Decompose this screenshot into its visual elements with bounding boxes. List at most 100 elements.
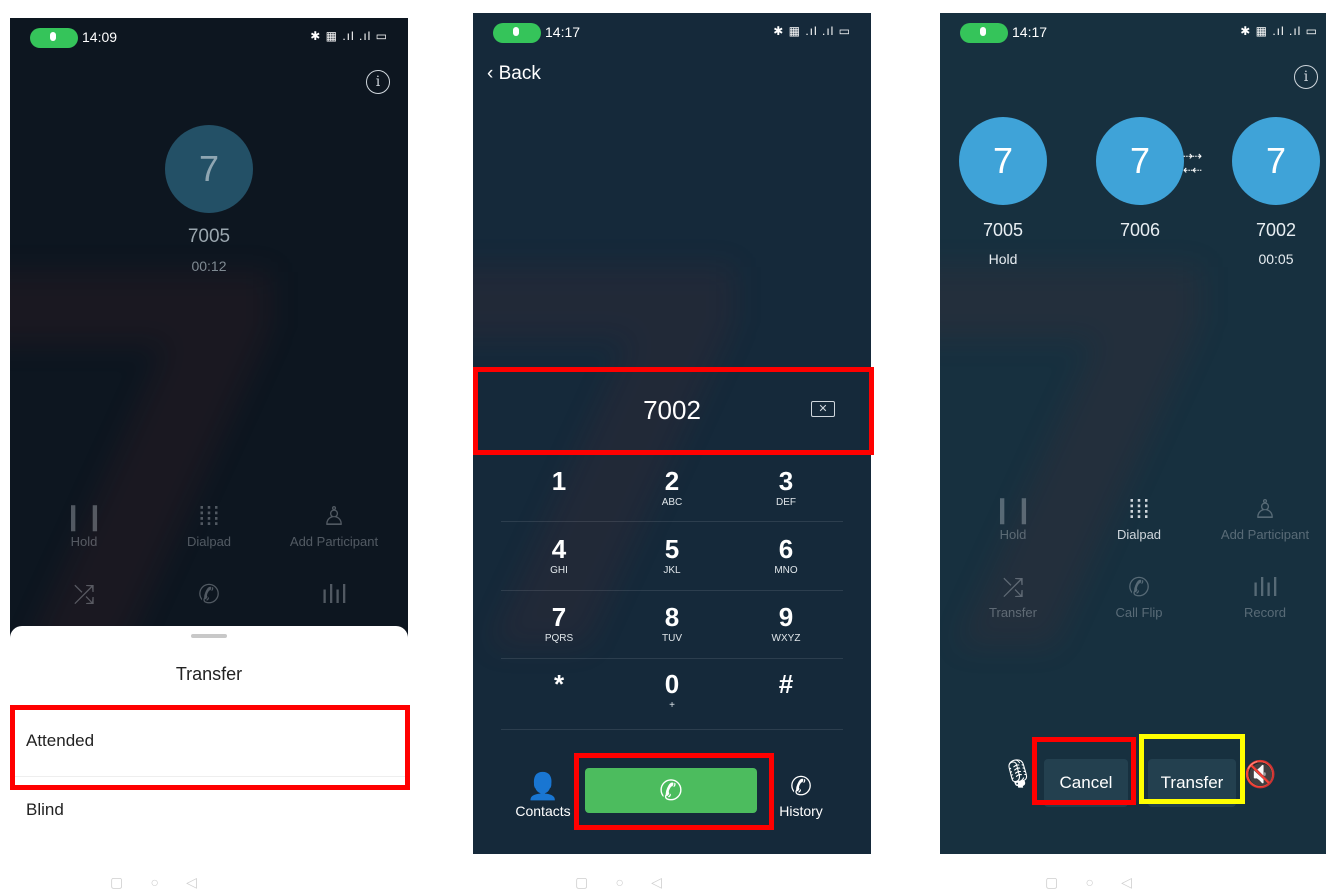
info-icon[interactable]: i	[366, 70, 390, 94]
highlight-dialed-number	[473, 367, 874, 455]
key-digit: #	[778, 669, 794, 699]
transfer-label: Transfer	[989, 605, 1037, 620]
key-9[interactable]: 9 WXYZ	[729, 601, 843, 665]
android-nav-bar-1: ▢ ○ ◁	[110, 874, 197, 890]
chevron-left-icon: ‹	[487, 63, 494, 84]
link-arrows-icon: ⇢⇢ ⇠⇠	[1183, 149, 1202, 177]
call-flip-icon: ✆	[198, 579, 220, 609]
key-digit: 4	[551, 534, 567, 564]
record-label: Record	[1244, 605, 1286, 620]
divider	[501, 658, 843, 659]
participant-avatar-2: 7	[1096, 117, 1184, 205]
status-icons: ✱ ▦ .ıl .ıl ▭	[1240, 24, 1318, 38]
pause-icon: ❙❙	[991, 494, 1035, 524]
status-time: 14:17	[1012, 24, 1048, 40]
key-letters: +	[669, 700, 675, 711]
key-letters: ABC	[661, 497, 683, 508]
key-digit: 6	[778, 534, 794, 564]
participant-number-2: 7006	[1119, 220, 1161, 240]
key-0[interactable]: 0 +	[615, 668, 729, 732]
pause-icon: ❙❙	[62, 501, 106, 531]
key-letters: TUV	[662, 633, 682, 644]
dialpad-icon: ⁞⁞⁞	[198, 501, 220, 531]
key-3[interactable]: 3 DEF	[729, 465, 843, 529]
microphone-icon[interactable]: 🎙	[1000, 757, 1036, 790]
caller-number: 7005	[187, 226, 231, 247]
key-5[interactable]: 5 JKL	[615, 533, 729, 597]
status-bar: 14:17 ✱ ▦ .ıl .ıl ▭	[940, 13, 1326, 53]
status-time: 14:09	[82, 29, 118, 45]
call-duration: 00:12	[191, 258, 227, 274]
hold-button[interactable]: ❙❙ Hold	[24, 498, 144, 549]
speaker-mute-icon[interactable]: 🔇	[1244, 759, 1276, 790]
key-letters: WXYZ	[771, 633, 801, 644]
history-label: History	[779, 803, 823, 819]
history-button[interactable]: ✆ History	[766, 771, 836, 819]
key-digit: 2	[664, 466, 680, 496]
android-nav-bar-2: ▢ ○ ◁	[575, 874, 662, 890]
key-digit: 7	[551, 602, 567, 632]
android-nav-bar-3: ▢ ○ ◁	[1045, 874, 1132, 890]
key-8[interactable]: 8 TUV	[615, 601, 729, 665]
participant-status-3: 00:05	[1258, 251, 1294, 267]
participant-avatar-1: 7	[959, 117, 1047, 205]
participant-status-1: Hold	[988, 251, 1018, 267]
call-history-icon: ✆	[790, 771, 812, 801]
call-flip-button-obscured[interactable]: ✆	[149, 576, 269, 612]
highlight-cancel	[1032, 737, 1136, 805]
key-4[interactable]: 4 GHI	[502, 533, 616, 597]
dialpad-label: Dialpad	[186, 534, 232, 549]
waveform-icon: ılıl	[1252, 572, 1278, 602]
key-letters: GHI	[550, 565, 568, 576]
back-label: Back	[498, 63, 541, 84]
person-icon: 👤	[526, 771, 560, 801]
add-participant-button[interactable]: ♙ Add Participant	[274, 498, 394, 549]
dialpad-button[interactable]: ⁞⁞⁞ Dialpad	[1079, 491, 1199, 542]
participant-avatar-3: 7	[1232, 117, 1320, 205]
mic-indicator-icon	[493, 23, 541, 43]
hold-button[interactable]: ❙❙ Hold	[953, 491, 1073, 542]
status-icons: ✱ ▦ .ıl .ıl ▭	[310, 29, 388, 43]
contacts-button[interactable]: 👤 Contacts	[508, 771, 578, 819]
dialpad-label: Dialpad	[1116, 527, 1162, 542]
mic-indicator-icon	[30, 28, 78, 48]
key-7[interactable]: 7 PQRS	[502, 601, 616, 665]
add-participant-button[interactable]: ♙ Add Participant	[1205, 491, 1325, 542]
back-button[interactable]: ‹ Back	[487, 63, 541, 85]
key-hash[interactable]: #	[729, 668, 843, 732]
sheet-handle[interactable]	[191, 634, 227, 638]
dialpad-button[interactable]: ⁞⁞⁞ Dialpad	[149, 498, 269, 549]
key-6[interactable]: 6 MNO	[729, 533, 843, 597]
transfer-button-obscured[interactable]: ⤮	[24, 576, 144, 612]
add-participant-icon: ♙	[322, 501, 346, 531]
add-participant-label: Add Participant	[1220, 527, 1310, 542]
key-digit: 9	[778, 602, 794, 632]
info-icon[interactable]: i	[1294, 65, 1318, 89]
record-button-obscured[interactable]: ılıl	[274, 576, 394, 612]
hold-label: Hold	[70, 534, 98, 549]
key-2[interactable]: 2 ABC	[615, 465, 729, 529]
status-icons: ✱ ▦ .ıl .ıl ▭	[773, 24, 851, 38]
transfer-button[interactable]: ⤮ Transfer	[953, 569, 1073, 620]
key-star[interactable]: *	[502, 668, 616, 732]
key-1[interactable]: 1	[502, 465, 616, 529]
divider	[501, 729, 843, 730]
shuffle-icon: ⤮	[73, 579, 95, 609]
call-flip-button[interactable]: ✆ Call Flip	[1079, 569, 1199, 620]
key-digit: *	[553, 669, 565, 699]
key-letters: MNO	[774, 565, 798, 576]
shuffle-icon: ⤮	[1002, 572, 1024, 602]
divider	[501, 521, 843, 522]
key-letters: DEF	[776, 497, 796, 508]
key-digit: 3	[778, 466, 794, 496]
highlight-attended	[10, 705, 410, 790]
caller-avatar: 7	[165, 125, 253, 213]
status-time: 14:17	[545, 24, 581, 40]
key-digit: 8	[664, 602, 680, 632]
record-button[interactable]: ılıl Record	[1205, 569, 1325, 620]
key-letters: PQRS	[544, 633, 574, 644]
status-bar: 14:09 ✱ ▦ .ıl .ıl ▭	[10, 18, 408, 58]
dialpad-icon: ⁞⁞⁞	[1128, 494, 1150, 524]
participant-number-1: 7005	[982, 220, 1024, 240]
phone-screen-attended-transfer: 7 14:17 ✱ ▦ .ıl .ıl ▭ i 7 7 ⇢⇢ ⇠⇠ 7 7005 …	[940, 13, 1326, 854]
